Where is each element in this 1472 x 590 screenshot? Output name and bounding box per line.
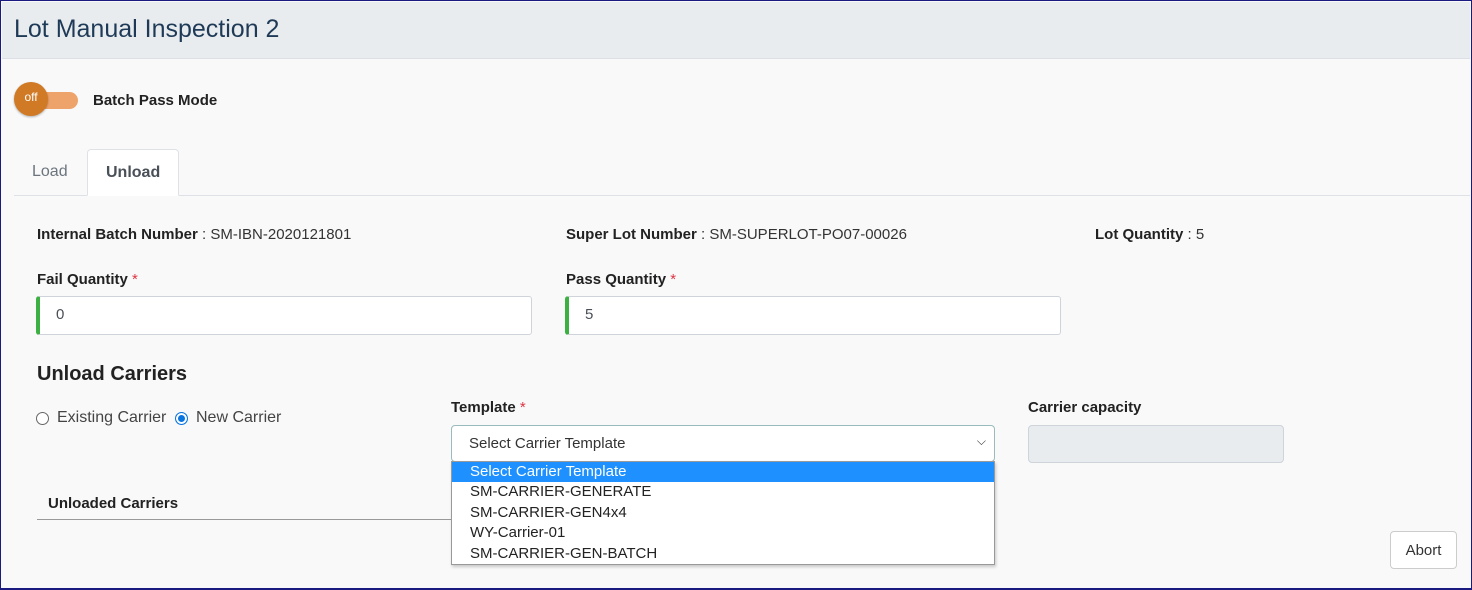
internal-batch-label: Internal Batch Number <box>37 226 198 243</box>
new-carrier-radio[interactable]: New Carrier <box>175 409 281 427</box>
required-marker: * <box>132 271 138 288</box>
template-select[interactable]: Select Carrier Template ⌵ <box>451 425 995 462</box>
tab-bar: Load Unload <box>14 149 1470 196</box>
abort-button[interactable]: Abort <box>1390 531 1457 569</box>
fail-quantity-input[interactable]: 0 <box>36 296 532 335</box>
tab-unload[interactable]: Unload <box>87 149 180 196</box>
required-marker: * <box>519 399 526 416</box>
carrier-capacity-input <box>1028 425 1284 463</box>
template-option[interactable]: WY-Carrier-01 <box>452 523 994 543</box>
internal-batch-info: Internal Batch Number : SM-IBN-202012180… <box>37 226 351 243</box>
page-title: Lot Manual Inspection 2 <box>14 15 280 43</box>
unloaded-carriers-header: Unloaded Carriers <box>37 495 457 520</box>
toggle-knob: off <box>14 82 48 116</box>
super-lot-value: : SM-SUPERLOT-PO07-00026 <box>701 226 907 243</box>
radio-checked-icon <box>175 411 188 425</box>
pass-quantity-label: Pass Quantity * <box>566 271 676 288</box>
template-dropdown-list: Select Carrier Template SM-CARRIER-GENER… <box>451 461 995 565</box>
existing-carrier-label: Existing Carrier <box>57 409 167 426</box>
existing-carrier-radio[interactable]: Existing Carrier <box>36 409 166 427</box>
template-selected-value: Select Carrier Template <box>469 435 626 452</box>
fail-quantity-label: Fail Quantity * <box>37 271 138 288</box>
super-lot-info: Super Lot Number : SM-SUPERLOT-PO07-0002… <box>566 226 907 243</box>
lot-quantity-info: Lot Quantity : 5 <box>1095 226 1204 243</box>
new-carrier-label: New Carrier <box>196 409 282 426</box>
lot-quantity-label: Lot Quantity <box>1095 226 1184 243</box>
carrier-capacity-label: Carrier capacity <box>1028 399 1142 416</box>
radio-unchecked-icon <box>36 411 49 425</box>
template-option[interactable]: Select Carrier Template <box>452 462 994 483</box>
template-option[interactable]: SM-CARRIER-GEN-BATCH <box>452 544 994 564</box>
template-label: Template * <box>451 399 526 416</box>
pass-label-text: Pass Quantity <box>566 271 667 288</box>
page-header: Lot Manual Inspection 2 <box>2 2 1470 59</box>
template-option[interactable]: SM-CARRIER-GENERATE <box>452 482 994 502</box>
template-option[interactable]: SM-CARRIER-GEN4x4 <box>452 503 994 523</box>
tab-load[interactable]: Load <box>14 149 86 196</box>
batch-pass-toggle[interactable]: off <box>14 82 78 118</box>
window: Lot Manual Inspection 2 off Batch Pass M… <box>0 0 1472 590</box>
template-label-text: Template <box>451 399 516 416</box>
batch-pass-label: Batch Pass Mode <box>93 92 218 109</box>
fail-label-text: Fail Quantity <box>37 271 128 288</box>
internal-batch-value: : SM-IBN-2020121801 <box>202 226 352 243</box>
lot-quantity-value: : 5 <box>1187 226 1205 243</box>
unload-carriers-heading: Unload Carriers <box>37 363 188 385</box>
pass-quantity-input[interactable]: 5 <box>565 296 1061 335</box>
chevron-down-icon: ⌵ <box>976 434 986 448</box>
super-lot-label: Super Lot Number <box>566 226 697 243</box>
required-marker: * <box>670 271 677 288</box>
